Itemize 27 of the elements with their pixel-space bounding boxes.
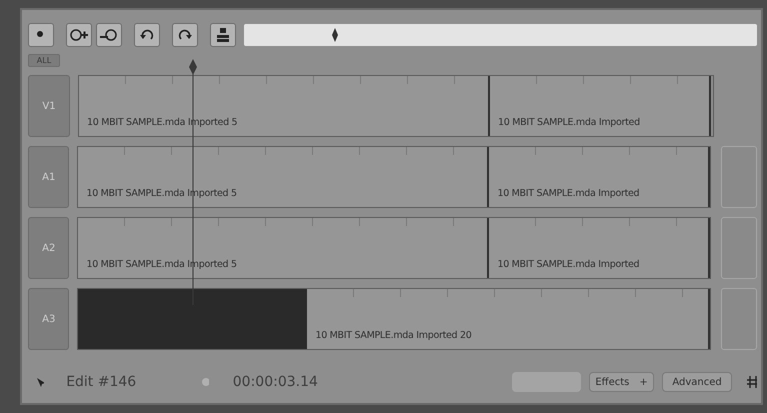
grid-icon[interactable] — [746, 375, 758, 389]
zoom-in-icon[interactable] — [66, 23, 92, 47]
clip-title: 10 MBIT SAMPLE.mda Imported — [498, 117, 640, 128]
track-meter — [721, 146, 757, 208]
all-tracks-button[interactable]: ALL — [28, 54, 60, 67]
track-label[interactable]: A2 — [28, 217, 70, 279]
clip-title: 10 MBIT SAMPLE.mda Imported 20 — [315, 330, 472, 341]
playhead-marker-icon — [332, 28, 338, 42]
clip-title: 10 MBIT SAMPLE.mda Imported — [497, 259, 640, 270]
track-label[interactable]: A1 — [28, 146, 70, 208]
zoom-out-icon[interactable] — [96, 23, 122, 47]
timecode: 00:00:03.14 — [232, 374, 318, 390]
media-clip[interactable]: 10 MBIT SAMPLE.mda Imported — [489, 218, 710, 278]
track-label[interactable]: V1 — [28, 75, 70, 137]
track-label[interactable]: A3 — [28, 288, 70, 350]
advanced-button[interactable]: Advanced — [662, 372, 732, 392]
edit-number: Edit #146 — [66, 374, 136, 390]
track-meter — [721, 288, 757, 350]
media-clip[interactable]: 10 MBIT SAMPLE.mda Imported — [489, 147, 710, 207]
track-meter — [721, 217, 757, 279]
media-clip[interactable]: 10 MBIT SAMPLE.mda Imported 20 — [307, 289, 710, 349]
undo-icon[interactable] — [134, 23, 160, 47]
redo-icon[interactable] — [172, 23, 198, 47]
clip-title: 10 MBIT SAMPLE.mda Imported — [497, 188, 640, 199]
media-clip[interactable]: 10 MBIT SAMPLE.mda Imported — [490, 76, 711, 136]
effects-button[interactable]: Effects + — [588, 372, 654, 392]
export-icon[interactable] — [210, 23, 236, 47]
